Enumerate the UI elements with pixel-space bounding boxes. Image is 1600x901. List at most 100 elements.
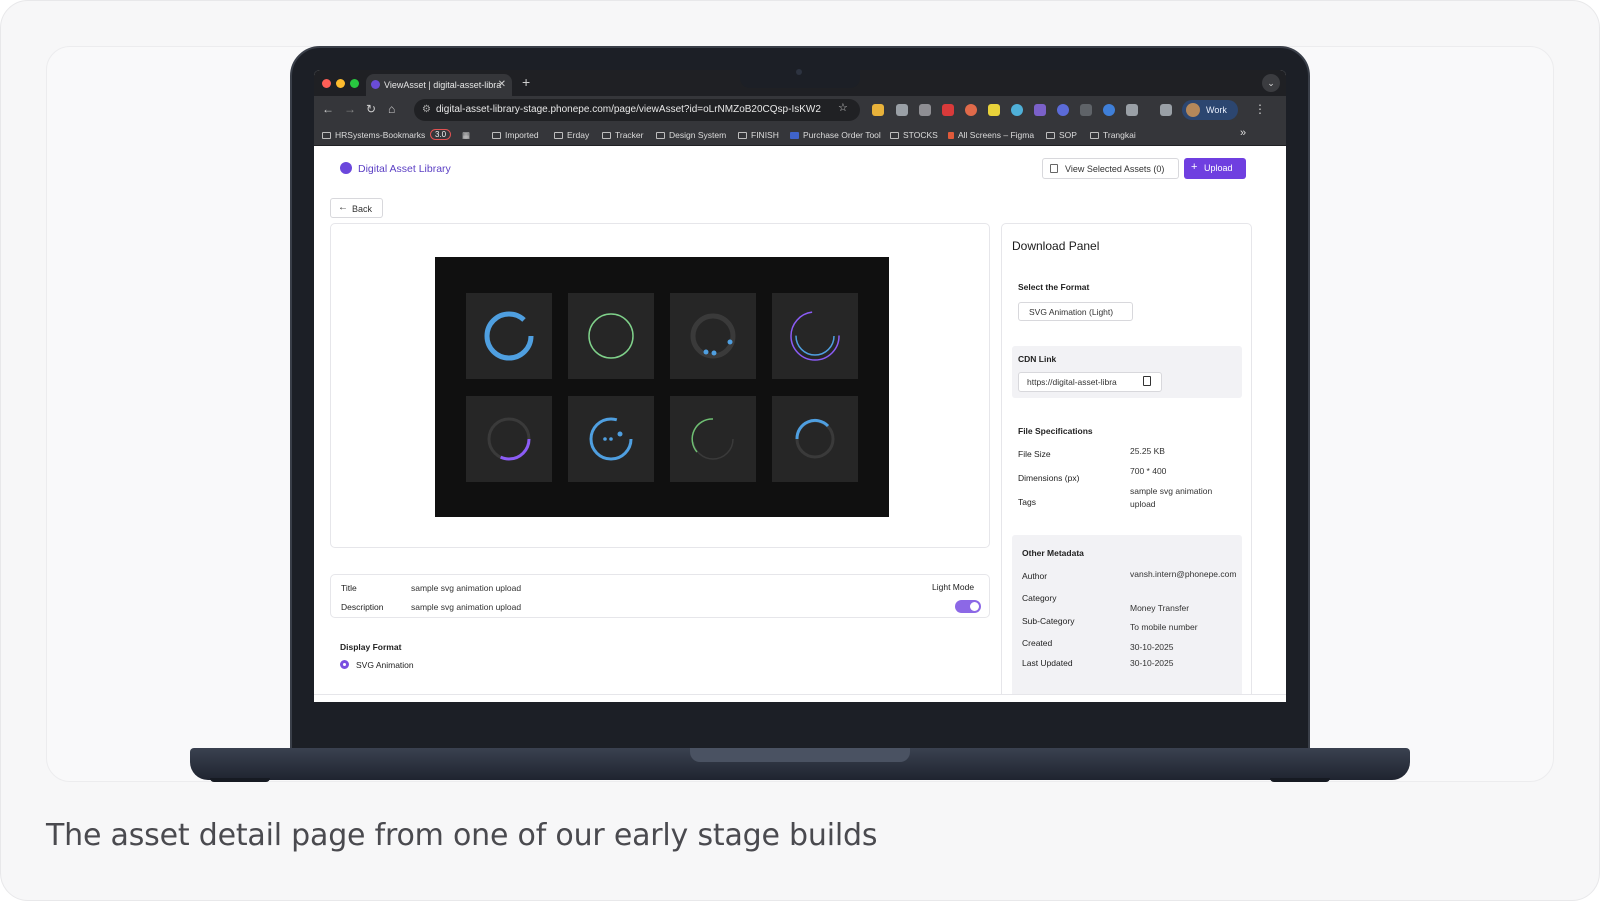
bookmark-link[interactable]: All Screens – Figma xyxy=(948,130,1034,140)
site-info-icon[interactable]: ⚙ xyxy=(422,104,431,115)
upload-button[interactable]: + Upload xyxy=(1184,158,1246,179)
tab-search-chevron-icon[interactable]: ⌄ xyxy=(1262,74,1280,92)
back-button[interactable]: ← Back xyxy=(330,198,383,218)
folder-icon xyxy=(1046,132,1055,139)
back-arrow-icon[interactable]: ← xyxy=(322,102,334,116)
extension-icon[interactable] xyxy=(1034,104,1046,116)
display-format-option[interactable]: SVG Animation xyxy=(356,660,414,670)
display-format-heading: Display Format xyxy=(340,642,402,652)
bookmarks-overflow-icon[interactable]: » xyxy=(1240,127,1246,139)
format-chip[interactable]: SVG Animation (Light) xyxy=(1018,302,1133,321)
page-bottom-edge xyxy=(314,694,1286,702)
metadata-section: Other Metadata Author vansh.intern@phone… xyxy=(1012,535,1242,702)
figma-icon xyxy=(948,132,954,139)
bookmark-folder[interactable]: Imported xyxy=(492,130,539,140)
laptop-foot xyxy=(1270,778,1330,782)
address-bar[interactable]: ⚙ digital-asset-library-stage.phonepe.co… xyxy=(414,99,860,121)
folder-icon xyxy=(492,132,501,139)
profile-button[interactable]: Work xyxy=(1182,100,1238,120)
extension-icon[interactable] xyxy=(1080,104,1092,116)
created-label: Created xyxy=(1022,638,1053,648)
cdn-section: CDN Link https://digital-asset-libra xyxy=(1012,346,1242,398)
loader-tile xyxy=(670,396,756,482)
updated-label: Last Updated xyxy=(1022,658,1073,668)
ring-dots-loader-icon xyxy=(589,417,633,461)
reload-icon[interactable]: ↻ xyxy=(366,102,376,116)
file-size-value: 25.25 KB xyxy=(1130,446,1165,456)
loader-tile xyxy=(568,396,654,482)
ring-loader-icon xyxy=(484,311,534,361)
radio-selected-icon[interactable] xyxy=(340,660,349,669)
created-value: 30-10-2025 xyxy=(1130,642,1174,652)
loader-tile xyxy=(466,293,552,379)
category-value: Money Transfer xyxy=(1130,603,1190,613)
folder-icon xyxy=(890,132,899,139)
bookmark-star-icon[interactable]: ☆ xyxy=(838,101,848,114)
extension-icon[interactable] xyxy=(1011,104,1023,116)
caption: The asset detail page from one of our ea… xyxy=(46,818,878,853)
description-label: Description xyxy=(341,602,384,612)
title-label: Title xyxy=(341,583,357,593)
bookmark-folder[interactable]: SOP xyxy=(1046,130,1077,140)
camera-icon xyxy=(796,69,802,75)
camera-notch xyxy=(740,64,860,88)
close-window-icon[interactable] xyxy=(322,79,331,88)
calendar-icon xyxy=(790,132,799,139)
extension-icon[interactable] xyxy=(965,104,977,116)
author-value: vansh.intern@phonepe.com xyxy=(1130,569,1237,579)
bookmark-badge[interactable]: 3.0 xyxy=(430,129,452,140)
brand[interactable]: Digital Asset Library xyxy=(340,162,451,175)
home-icon[interactable]: ⌂ xyxy=(388,102,395,116)
laptop-foot xyxy=(210,778,270,782)
puzzle-icon[interactable] xyxy=(1126,104,1138,116)
bookmark-folder[interactable]: Trangkai xyxy=(1090,130,1136,140)
extension-icon[interactable] xyxy=(1103,104,1115,116)
address-url: digital-asset-library-stage.phonepe.com/… xyxy=(436,104,821,115)
apps-grid-icon[interactable]: ▦ xyxy=(462,130,470,141)
brand-logo-icon xyxy=(340,162,352,174)
bag-icon xyxy=(1050,164,1058,173)
author-label: Author xyxy=(1022,571,1048,581)
view-selected-assets-button[interactable]: View Selected Assets (0) xyxy=(1042,158,1179,179)
arc-loader-icon xyxy=(795,418,835,459)
forward-arrow-icon[interactable]: → xyxy=(344,102,356,116)
extension-icon[interactable] xyxy=(1057,104,1069,116)
bookmark-folder[interactable]: FINISH xyxy=(738,130,779,140)
more-menu-icon[interactable]: ⋮ xyxy=(1254,102,1266,116)
light-mode-toggle[interactable] xyxy=(955,600,981,613)
asset-info-panel: Title sample svg animation upload Descri… xyxy=(330,574,990,618)
download-panel: Download Panel Select the Format SVG Ani… xyxy=(1001,223,1252,702)
bookmark-link[interactable]: Purchase Order Tool xyxy=(790,130,881,140)
extension-icon[interactable] xyxy=(988,104,1000,116)
loader-tile xyxy=(568,293,654,379)
browser-tab[interactable]: ViewAsset | digital-asset-libra ✕ xyxy=(366,74,512,96)
avatar xyxy=(1186,103,1200,117)
folder-icon xyxy=(1090,132,1099,139)
browser-toolbar: ← → ↻ ⌂ ⚙ digital-asset-library-stage.ph… xyxy=(314,96,1286,124)
copy-icon[interactable] xyxy=(1143,376,1151,386)
reading-list-icon[interactable] xyxy=(1160,104,1172,116)
light-mode-label: Light Mode xyxy=(932,582,975,592)
loader-tile xyxy=(772,396,858,482)
specs-heading: File Specifications xyxy=(1018,426,1093,436)
tab-close-icon[interactable]: ✕ xyxy=(498,79,506,90)
category-label: Category xyxy=(1022,593,1057,603)
new-tab-icon[interactable]: + xyxy=(522,74,530,90)
minimize-window-icon[interactable] xyxy=(336,79,345,88)
extension-icon[interactable] xyxy=(896,104,908,116)
extension-icon[interactable] xyxy=(872,104,884,116)
maximize-window-icon[interactable] xyxy=(350,79,359,88)
bookmark-folder[interactable]: Erday xyxy=(554,130,589,140)
camera-extension-icon[interactable] xyxy=(919,104,931,116)
brand-name: Digital Asset Library xyxy=(358,163,451,175)
folder-icon xyxy=(656,132,665,139)
cdn-link-field[interactable]: https://digital-asset-libra xyxy=(1018,372,1162,392)
tab-favicon-icon xyxy=(371,80,380,89)
bookmark-folder[interactable]: Design System xyxy=(656,130,726,140)
format-heading: Select the Format xyxy=(1018,282,1090,292)
bookmark-folder[interactable]: Tracker xyxy=(602,130,644,140)
bookmark-folder[interactable]: STOCKS xyxy=(890,130,938,140)
bookmark-folder[interactable]: HRSystems-Bookmarks xyxy=(322,130,425,140)
laptop-groove xyxy=(690,748,910,762)
extension-icon[interactable] xyxy=(942,104,954,116)
